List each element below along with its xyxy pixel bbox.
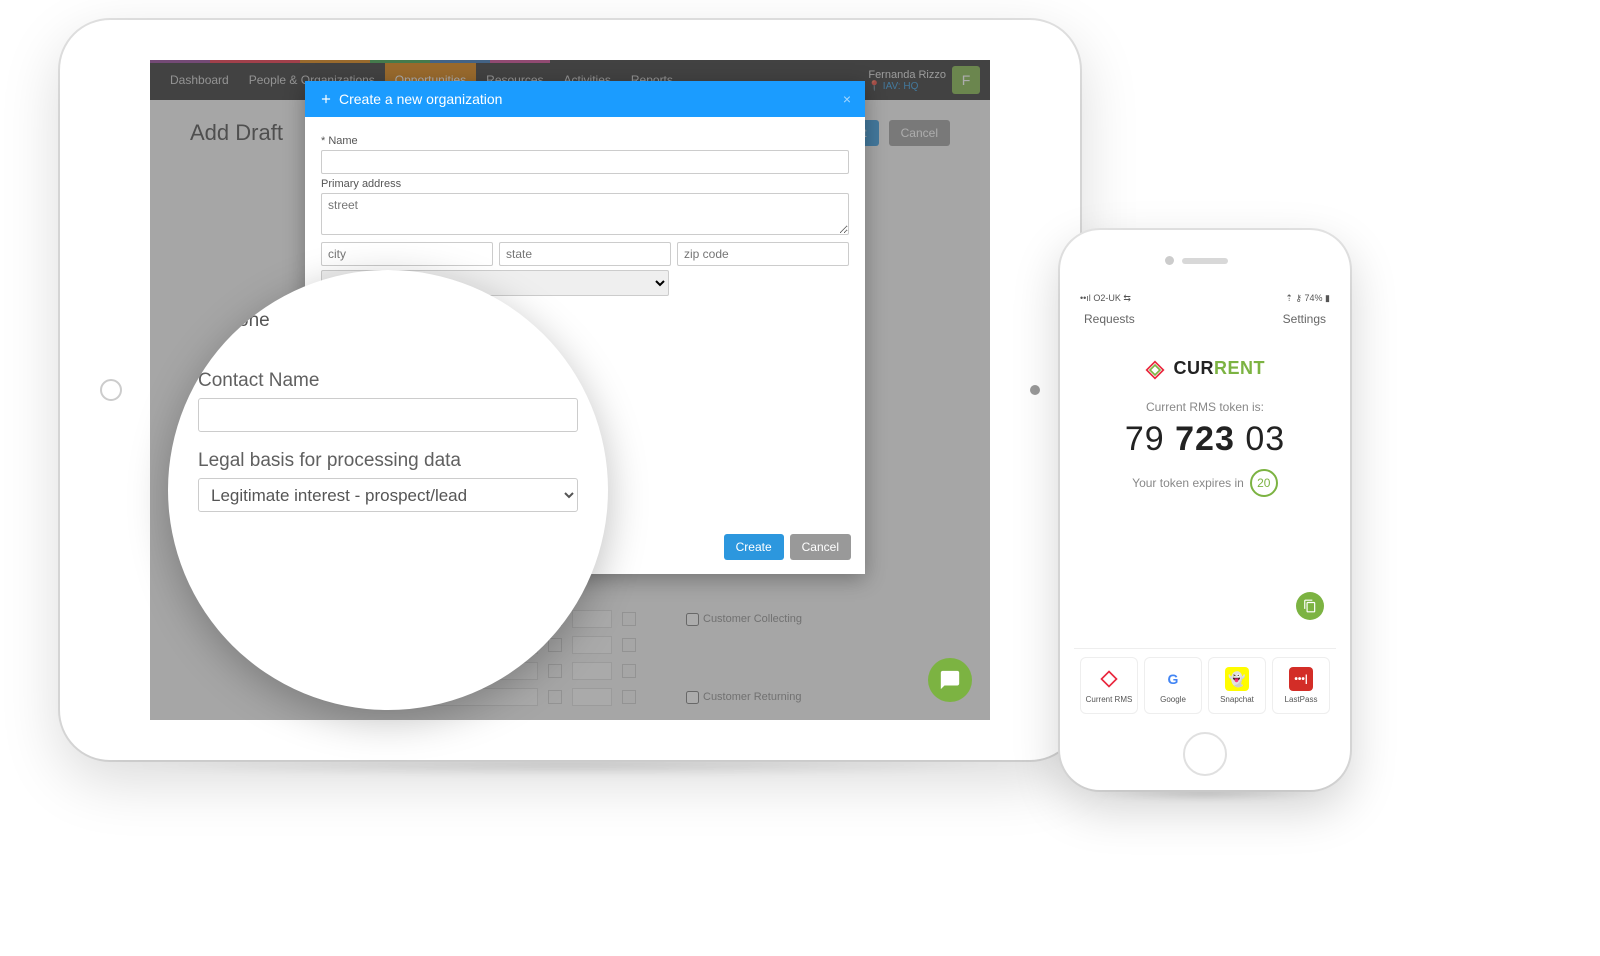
speaker-icon	[1182, 258, 1228, 264]
phone-label-partial: one	[238, 310, 270, 332]
google-icon: G	[1161, 667, 1185, 691]
legal-basis-select[interactable]: Legitimate interest - prospect/lead	[198, 478, 578, 512]
contact-name-label: Contact Name	[198, 370, 578, 392]
battery-label: ⇡ ⚷ 74% ▮	[1285, 293, 1330, 304]
magnifier-zoom: one Contact Name Legal basis for process…	[168, 270, 608, 710]
state-input[interactable]	[499, 242, 671, 266]
token-value: 79 723 03	[1074, 420, 1336, 459]
snapchat-icon: 👻	[1225, 667, 1249, 691]
brand-logo: CURRENT	[1074, 358, 1336, 380]
copy-button[interactable]	[1296, 592, 1324, 620]
zip-input[interactable]	[677, 242, 849, 266]
plus-icon	[319, 92, 333, 106]
status-bar: ••ıl O2-UK ⇆ ⇡ ⚷ 74% ▮	[1074, 290, 1336, 306]
modal-cancel-button[interactable]: Cancel	[790, 534, 851, 560]
camera-icon	[1030, 385, 1040, 395]
token-label: Current RMS token is:	[1074, 400, 1336, 414]
home-button-icon	[1183, 732, 1227, 776]
countdown-ring-icon: 20	[1250, 469, 1278, 497]
tray-snapchat[interactable]: 👻 Snapchat	[1208, 657, 1266, 714]
address-label: Primary address	[321, 178, 849, 190]
tray-label: Snapchat	[1220, 695, 1254, 704]
modal-title: Create a new organization	[339, 91, 502, 107]
name-label: * Name	[321, 135, 849, 147]
legal-basis-label: Legal basis for processing data	[198, 450, 578, 472]
copy-icon	[1303, 599, 1317, 613]
tray-google[interactable]: G Google	[1144, 657, 1202, 714]
name-input[interactable]	[321, 150, 849, 174]
tray-current-rms[interactable]: Current RMS	[1080, 657, 1138, 714]
app-tray: Current RMS G Google 👻 Snapchat •••| Las…	[1074, 648, 1336, 720]
tray-label: Google	[1160, 695, 1186, 704]
tray-label: Current RMS	[1086, 695, 1133, 704]
iphone-screen: ••ıl O2-UK ⇆ ⇡ ⚷ 74% ▮ Requests Settings…	[1074, 290, 1336, 720]
create-button[interactable]: Create	[724, 534, 784, 560]
iphone-device: ••ıl O2-UK ⇆ ⇡ ⚷ 74% ▮ Requests Settings…	[1060, 230, 1350, 790]
contact-name-input[interactable]	[198, 398, 578, 432]
camera-icon	[1165, 256, 1174, 265]
settings-link[interactable]: Settings	[1283, 312, 1326, 326]
city-input[interactable]	[321, 242, 493, 266]
chat-icon	[939, 669, 961, 691]
tray-label: LastPass	[1285, 695, 1318, 704]
requests-link[interactable]: Requests	[1084, 312, 1135, 326]
logo-icon	[1145, 360, 1165, 380]
tray-lastpass[interactable]: •••| LastPass	[1272, 657, 1330, 714]
token-expiry: Your token expires in 20	[1074, 469, 1336, 497]
currentrms-icon	[1099, 669, 1119, 689]
chat-fab[interactable]	[928, 658, 972, 702]
street-input[interactable]	[321, 193, 849, 235]
modal-header: Create a new organization ×	[305, 81, 865, 117]
close-icon[interactable]: ×	[843, 91, 851, 107]
home-button-icon	[100, 379, 122, 401]
carrier-label: ••ıl O2-UK ⇆	[1080, 293, 1131, 304]
lastpass-icon: •••|	[1289, 667, 1313, 691]
